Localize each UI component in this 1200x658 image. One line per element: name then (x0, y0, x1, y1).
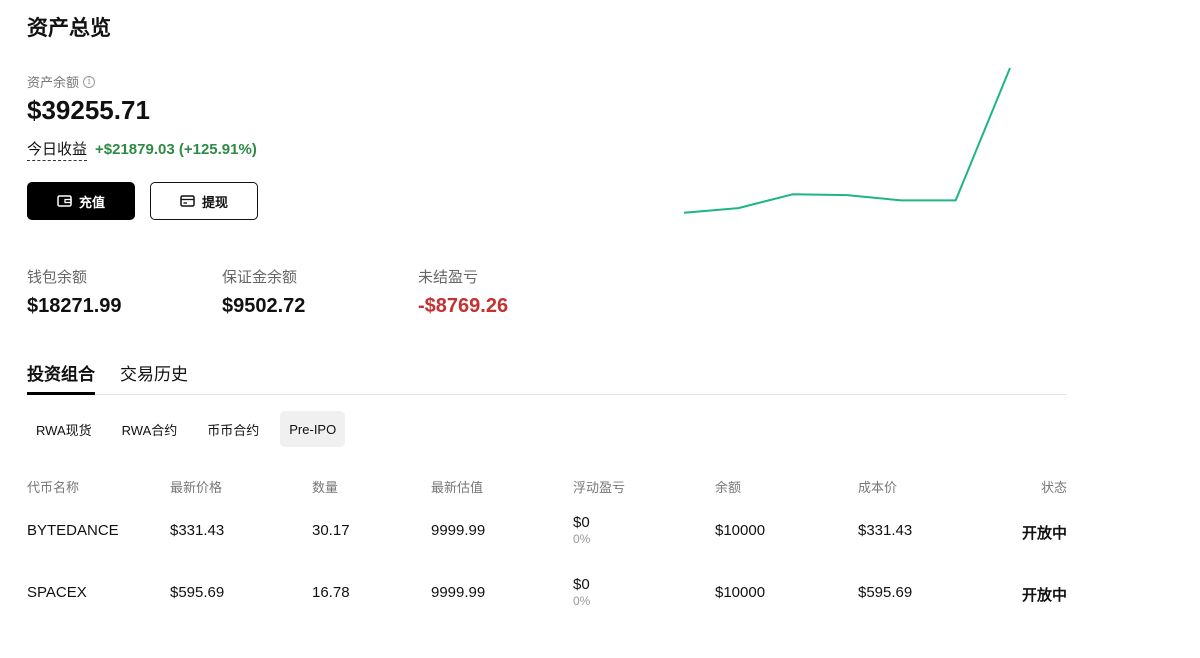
balance-sparkline (683, 67, 1011, 214)
col-quantity: 数量 (312, 480, 339, 495)
margin-balance-label: 保证金余额 (222, 269, 298, 286)
asset-balance-label-row: 资产余额 i (27, 72, 96, 91)
unrealized-pnl-value: -$8769.26 (418, 295, 509, 317)
unrealized-pnl-stat: 未结盈亏 -$8769.26 (418, 266, 508, 318)
deposit-label: 充值 (78, 194, 105, 210)
unrealized-pnl-label: 未结盈亏 (418, 269, 479, 286)
col-floating-pnl: 浮动盈亏 (573, 480, 626, 495)
token-name: BYTEDANCE (27, 522, 119, 539)
today-pnl-label[interactable]: 今日收益 (27, 138, 88, 161)
quantity: 30.17 (312, 522, 350, 539)
wallet-balance-label: 钱包余额 (27, 269, 88, 286)
card-icon (180, 195, 195, 207)
asset-type-subtabs: RWA现货 RWA合约 币币合约 Pre-IPO (27, 411, 346, 447)
wallet-icon (57, 195, 72, 207)
latest-price: $331.43 (170, 522, 225, 539)
balance: $10000 (715, 584, 766, 601)
subtab-coin-contract[interactable]: 币币合约 (198, 411, 268, 447)
today-pnl-row: 今日收益 +$21879.03 (+125.91%) (27, 138, 257, 161)
col-cost-price: 成本价 (858, 480, 898, 495)
floating-pnl: $0 0% (573, 576, 590, 610)
latest-valuation: 9999.99 (431, 522, 486, 539)
asset-balance-value: $39255.71 (27, 95, 150, 125)
table-row[interactable]: SPACEX $595.69 16.78 9999.99 $0 0% $1000… (27, 562, 1067, 624)
main-tabs: 投资组合 交易历史 (27, 358, 1067, 395)
cost-price: $595.69 (858, 584, 913, 601)
holdings-table: 代币名称 最新价格 数量 最新估值 浮动盈亏 余额 成本价 状态 BYTEDAN… (27, 470, 1067, 624)
wallet-balance-value: $18271.99 (27, 295, 122, 317)
withdraw-button[interactable]: 提现 (150, 182, 258, 220)
floating-pnl-percent: 0% (573, 594, 591, 608)
margin-balance-value: $9502.72 (222, 295, 306, 317)
margin-balance-stat: 保证金余额 $9502.72 (222, 266, 305, 318)
status: 开放中 (1021, 525, 1067, 542)
floating-pnl-value: $0 (573, 514, 590, 531)
floating-pnl-percent: 0% (573, 532, 591, 546)
page-title: 资产总览 (27, 17, 111, 40)
today-pnl-value: +$21879.03 (+125.91%) (95, 141, 257, 158)
asset-balance-label: 资产余额 (27, 75, 80, 90)
subtab-rwa-spot[interactable]: RWA现货 (27, 411, 101, 447)
floating-pnl-value: $0 (573, 576, 590, 593)
cost-price: $331.43 (858, 522, 913, 539)
token-name: SPACEX (27, 584, 87, 601)
subtab-rwa-contract[interactable]: RWA合约 (113, 411, 187, 447)
col-status: 状态 (1040, 480, 1067, 495)
table-header: 代币名称 最新价格 数量 最新估值 浮动盈亏 余额 成本价 状态 (27, 470, 1067, 500)
info-icon[interactable]: i (83, 75, 96, 88)
col-token-name: 代币名称 (27, 480, 80, 495)
wallet-balance-stat: 钱包余额 $18271.99 (27, 266, 122, 318)
withdraw-label: 提现 (201, 194, 228, 210)
col-balance: 余额 (715, 480, 742, 495)
col-latest-valuation: 最新估值 (431, 480, 484, 495)
tab-trade-history[interactable]: 交易历史 (120, 358, 188, 395)
floating-pnl: $0 0% (573, 514, 590, 548)
tab-portfolio[interactable]: 投资组合 (27, 358, 95, 395)
status: 开放中 (1021, 587, 1067, 604)
quantity: 16.78 (312, 584, 350, 601)
sparkline-path (683, 67, 1011, 214)
col-latest-price: 最新价格 (170, 480, 223, 495)
subtab-pre-ipo[interactable]: Pre-IPO (280, 411, 346, 447)
deposit-button[interactable]: 充值 (27, 182, 135, 220)
latest-valuation: 9999.99 (431, 584, 486, 601)
table-row[interactable]: BYTEDANCE $331.43 30.17 9999.99 $0 0% $1… (27, 500, 1067, 562)
latest-price: $595.69 (170, 584, 225, 601)
balance: $10000 (715, 522, 766, 539)
